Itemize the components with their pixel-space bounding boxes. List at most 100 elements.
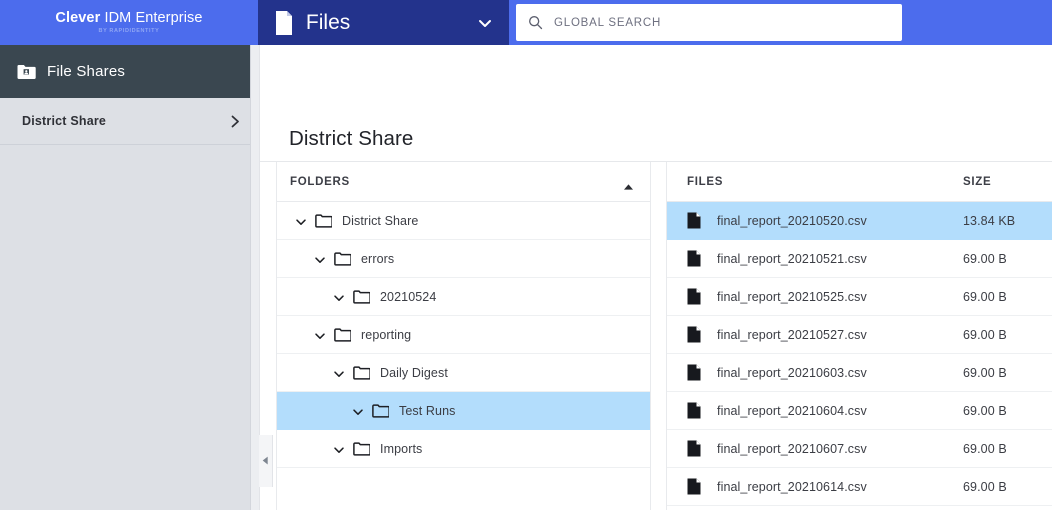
folder-icon bbox=[353, 289, 371, 304]
file-shares-icon bbox=[17, 64, 36, 80]
caret-up-icon bbox=[623, 178, 634, 190]
file-size: 13.84 KB bbox=[963, 213, 1016, 228]
file-name-cell: final_report_20210607.csv bbox=[667, 440, 951, 457]
brand-logo-subtitle: BY RAPIDIDENTITY bbox=[98, 27, 160, 34]
file-row[interactable]: final_report_20210521.csv 69.00 B bbox=[667, 240, 1052, 278]
file-row[interactable]: final_report_20210607.csv 69.00 B bbox=[667, 430, 1052, 468]
module-title: Files bbox=[305, 10, 351, 34]
file-name: final_report_20210525.csv bbox=[717, 289, 867, 304]
file-name-cell: final_report_20210527.csv bbox=[667, 326, 951, 343]
folder-icon bbox=[334, 251, 352, 266]
folders-pane-header-label: FOLDERS bbox=[290, 175, 350, 188]
sidebar-item-district-share[interactable]: District Share bbox=[0, 98, 259, 145]
page-title: District Share bbox=[289, 127, 414, 150]
sidebar-header: File Shares bbox=[0, 45, 259, 98]
file-size: 69.00 B bbox=[963, 289, 1007, 304]
brand-logo-title-rest: IDM Enterprise bbox=[100, 10, 203, 26]
file-name: final_report_20210614.csv bbox=[717, 479, 867, 494]
file-name-cell: final_report_20210520.csv bbox=[667, 212, 951, 229]
folder-tree-row[interactable]: Test Runs bbox=[277, 392, 650, 430]
folder-icon bbox=[372, 403, 390, 418]
file-name-cell: final_report_20210525.csv bbox=[667, 288, 951, 305]
global-search-area bbox=[509, 0, 1052, 45]
folder-tree-row-label: errors bbox=[361, 251, 395, 266]
folder-tree-row[interactable]: errors bbox=[277, 240, 650, 278]
folder-tree-row[interactable]: reporting bbox=[277, 316, 650, 354]
file-size: 69.00 B bbox=[963, 365, 1007, 380]
brand-logo-title-bold: Clever bbox=[55, 10, 101, 26]
file-name-cell: final_report_20210614.csv bbox=[667, 478, 951, 495]
folder-tree: District Share errors 20210524 reporting Dai… bbox=[277, 202, 650, 510]
brand-logo-title: Clever IDM Enterprise bbox=[55, 11, 202, 26]
top-bar: Clever IDM Enterprise BY RAPIDIDENTITY F… bbox=[0, 0, 1052, 45]
files-table-body: final_report_20210520.csv 13.84 KB final_r… bbox=[667, 202, 1052, 510]
sidebar-header-label: File Shares bbox=[47, 63, 126, 80]
file-row[interactable]: final_report_20210603.csv 69.00 B bbox=[667, 354, 1052, 392]
folder-tree-row[interactable]: District Share bbox=[277, 202, 650, 240]
sidebar-rail bbox=[250, 45, 259, 510]
files-pane: FILES SIZE final_report_20210520.csv 13.8… bbox=[666, 162, 1052, 510]
pane-gap bbox=[651, 162, 666, 510]
folder-icon bbox=[353, 365, 371, 380]
chevron-down-icon[interactable] bbox=[333, 367, 345, 379]
file-name: final_report_20210520.csv bbox=[717, 213, 867, 228]
files-app-window: Clever IDM Enterprise BY RAPIDIDENTITY F… bbox=[0, 0, 1052, 510]
file-icon bbox=[687, 212, 701, 229]
folder-tree-row-label: Test Runs bbox=[399, 403, 456, 418]
chevron-down-icon[interactable] bbox=[314, 329, 326, 341]
global-search-box[interactable] bbox=[516, 4, 902, 41]
file-row[interactable]: final_report_20210520.csv 13.84 KB bbox=[667, 202, 1052, 240]
browser-panes: FOLDERS District Share errors 20210524 repo… bbox=[260, 162, 1052, 510]
folder-tree-row[interactable]: Daily Digest bbox=[277, 354, 650, 392]
files-column-header-name: FILES bbox=[687, 175, 724, 188]
files-table-header: FILES SIZE bbox=[667, 162, 1052, 202]
file-name-cell: final_report_20210604.csv bbox=[667, 402, 951, 419]
file-icon bbox=[687, 250, 701, 267]
folder-tree-row-label: District Share bbox=[342, 213, 419, 228]
chevron-down-icon[interactable] bbox=[333, 443, 345, 455]
file-name: final_report_20210527.csv bbox=[717, 327, 867, 342]
folder-icon bbox=[353, 441, 371, 456]
file-icon bbox=[687, 364, 701, 381]
file-row[interactable]: final_report_20210604.csv 69.00 B bbox=[667, 392, 1052, 430]
file-icon bbox=[687, 440, 701, 457]
file-size: 69.00 B bbox=[963, 251, 1007, 266]
file-name: final_report_20210521.csv bbox=[717, 251, 867, 266]
folder-icon bbox=[315, 213, 333, 228]
file-size: 69.00 B bbox=[963, 441, 1007, 456]
folders-pane-header[interactable]: FOLDERS bbox=[277, 162, 650, 202]
page-title-bar: District Share bbox=[260, 117, 1052, 162]
file-name: final_report_20210607.csv bbox=[717, 441, 867, 456]
folder-tree-row[interactable]: Imports bbox=[277, 430, 650, 468]
sidebar-item-label: District Share bbox=[22, 114, 107, 128]
file-size: 69.00 B bbox=[963, 327, 1007, 342]
file-size: 69.00 B bbox=[963, 403, 1007, 418]
file-icon bbox=[687, 288, 701, 305]
folders-pane: FOLDERS District Share errors 20210524 repo… bbox=[276, 162, 651, 510]
search-input[interactable] bbox=[554, 16, 890, 29]
file-name: final_report_20210603.csv bbox=[717, 365, 867, 380]
file-name-cell: final_report_20210603.csv bbox=[667, 364, 951, 381]
folder-tree-row-label: reporting bbox=[361, 327, 412, 342]
files-column-header-size: SIZE bbox=[963, 175, 992, 188]
module-selector[interactable]: Files bbox=[257, 0, 509, 45]
folder-tree-row-label: Daily Digest bbox=[380, 365, 448, 380]
chevron-down-icon[interactable] bbox=[314, 253, 326, 265]
file-name-cell: final_report_20210521.csv bbox=[667, 250, 951, 267]
file-row[interactable]: final_report_20210527.csv 69.00 B bbox=[667, 316, 1052, 354]
chevron-right-icon bbox=[230, 115, 241, 128]
brand-logo: Clever IDM Enterprise BY RAPIDIDENTITY bbox=[0, 0, 258, 45]
file-icon bbox=[687, 478, 701, 495]
chevron-down-icon[interactable] bbox=[352, 405, 364, 417]
file-row[interactable]: final_report_20210525.csv 69.00 B bbox=[667, 278, 1052, 316]
chevron-down-icon[interactable] bbox=[333, 291, 345, 303]
file-row[interactable]: final_report_20210614.csv 69.00 B bbox=[667, 468, 1052, 506]
file-size: 69.00 B bbox=[963, 479, 1007, 494]
file-icon bbox=[687, 326, 701, 343]
file-icon bbox=[274, 10, 294, 35]
sidebar-item-list: District Share bbox=[0, 98, 259, 145]
chevron-down-icon[interactable] bbox=[295, 215, 307, 227]
left-sidebar: File Shares District Share bbox=[0, 45, 259, 510]
file-icon bbox=[687, 402, 701, 419]
folder-tree-row[interactable]: 20210524 bbox=[277, 278, 650, 316]
